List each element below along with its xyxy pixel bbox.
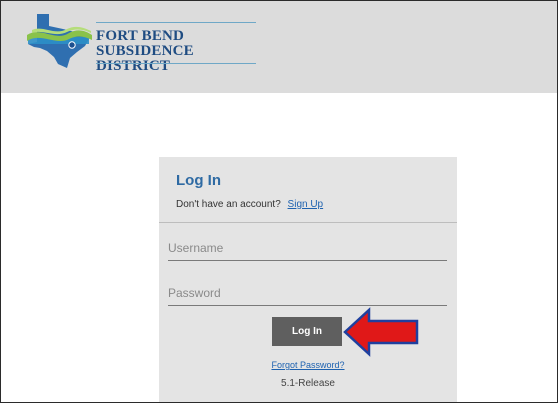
username-input[interactable] (168, 236, 447, 261)
brand-line-1: FORT BEND (96, 28, 185, 44)
no-account-text: Don't have an account? (176, 199, 281, 210)
page-frame: FORT BEND SUBSIDENCE DISTRICT Log In Don… (0, 0, 558, 403)
district-logo[interactable]: FORT BEND SUBSIDENCE DISTRICT (23, 11, 261, 74)
logo-rule-top (96, 22, 256, 23)
login-panel: Log In Don't have an account? Sign Up Lo… (159, 157, 457, 402)
signup-prompt: Don't have an account? Sign Up (176, 199, 323, 210)
brand-name: FORT BEND SUBSIDENCE DISTRICT (96, 29, 261, 74)
forgot-password-link[interactable]: Forgot Password? (159, 360, 457, 370)
panel-divider (159, 222, 457, 223)
site-header: FORT BEND SUBSIDENCE DISTRICT (1, 1, 557, 93)
log-in-button[interactable]: Log In (272, 317, 342, 346)
red-arrow-icon (343, 307, 419, 357)
logo-rule-bottom (96, 63, 256, 64)
password-input[interactable] (168, 281, 447, 306)
brand-line-2: SUBSIDENCE DISTRICT (96, 43, 194, 74)
sign-up-link[interactable]: Sign Up (288, 199, 324, 210)
texas-map-logo-icon (27, 14, 92, 68)
login-title: Log In (176, 172, 221, 189)
version-label: 5.1-Release (281, 378, 335, 389)
